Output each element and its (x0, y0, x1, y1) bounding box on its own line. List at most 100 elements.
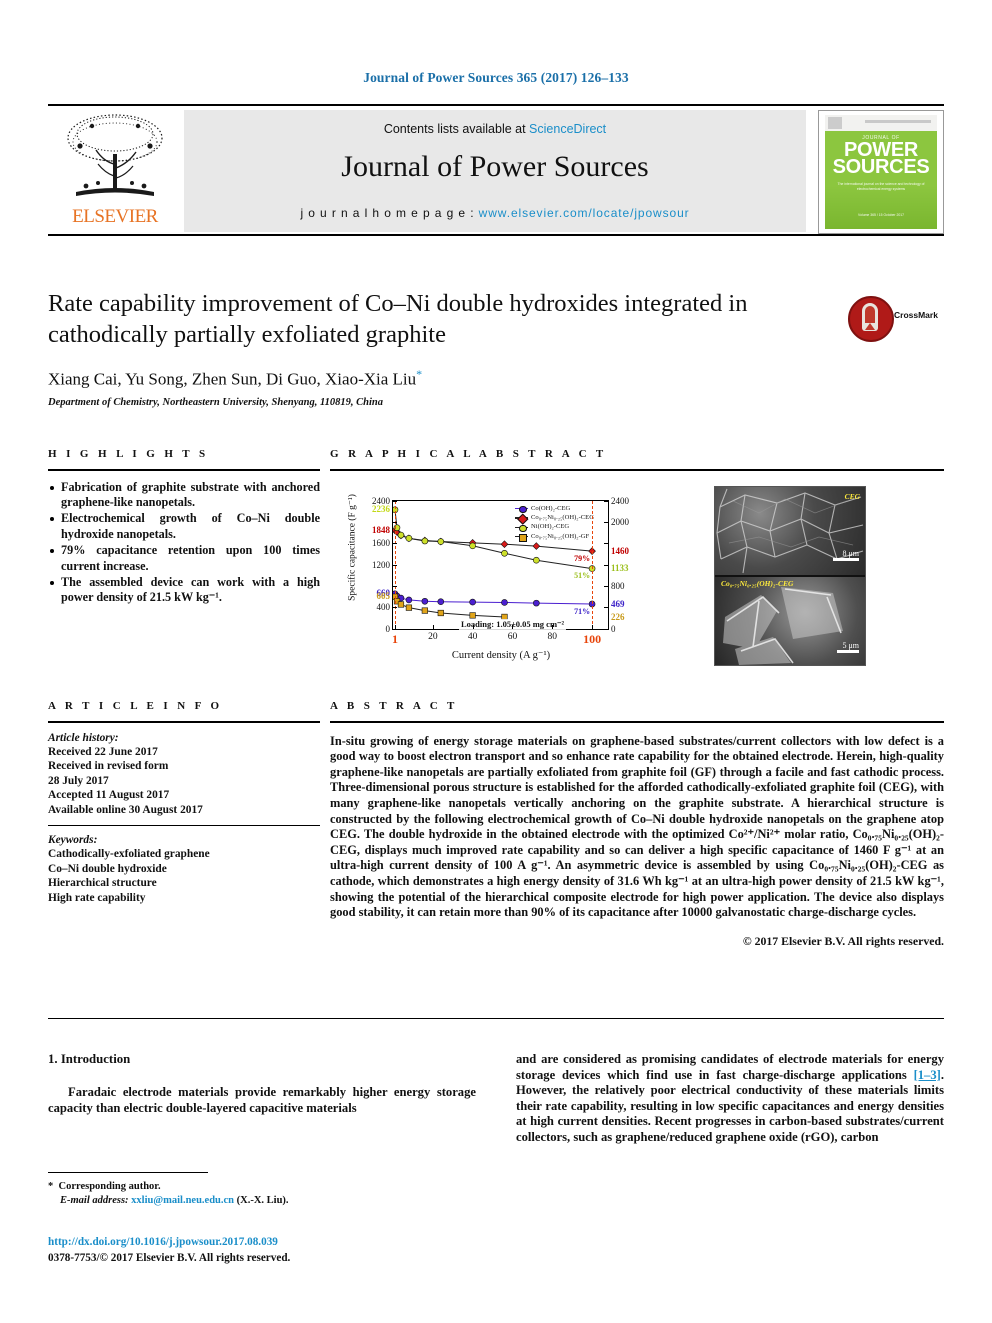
sem-label-top: CEG (844, 491, 860, 501)
chart-y-tickmark (393, 500, 397, 502)
graphical-abstract-heading: G R A P H I C A L A B S T R A C T (330, 448, 607, 460)
corresponding-author-text: Corresponding author. (58, 1181, 161, 1192)
intro-paragraph-right: and are considered as promising candidat… (516, 1052, 944, 1146)
chart-x-tick-label: 80 (547, 631, 558, 642)
cover-title-line2: SOURCES (832, 156, 930, 178)
chart-highlight-line (592, 500, 594, 629)
email-suffix: (X.-X. Liu). (236, 1194, 289, 1206)
article-history-item: Received in revised form (48, 760, 169, 773)
graphical-abstract-figure: Specific capacitance (F g⁻¹) Loading: 1.… (330, 482, 944, 667)
list-item: The assembled device can work with a hig… (48, 575, 320, 606)
section-heading: 1. Introduction (48, 1052, 476, 1067)
sem-texture-top (716, 488, 864, 573)
sem-scale-text-top: 8 μm (842, 548, 859, 558)
chart-y-tick-label: 1600 (372, 538, 390, 549)
highlight-text: The assembled device can work with a hig… (61, 575, 320, 605)
email-label: E-mail address: (60, 1194, 129, 1206)
chart-y-tick-label-right: 2000 (611, 516, 629, 527)
graphical-abstract-section: G R A P H I C A L A B S T R A C T Specif… (330, 448, 944, 667)
highlight-text: Fabrication of graphite substrate with a… (61, 479, 320, 509)
sciencedirect-link[interactable]: ScienceDirect (529, 122, 606, 136)
body-column-right: and are considered as promising candidat… (516, 1052, 944, 1146)
article-info-rule (48, 721, 320, 723)
chart-x-tick-label: 40 (467, 631, 478, 642)
chart-x-tick-label: 1 (391, 631, 398, 646)
legend-label: Co₀.₇₅Ni₀.₂₅(OH)₂-GF (531, 532, 590, 540)
legend-label: Co₀.₇₅Ni₀.₂₅(OH)₂-CEG (531, 513, 594, 521)
chart-value-label-right: 469 (611, 598, 625, 609)
email-note: E-mail address: xxliu@mail.neu.edu.cn (X… (48, 1194, 488, 1208)
sem-scalebar-top (833, 558, 859, 561)
chart-y-tickmark-right (604, 543, 608, 545)
graphical-abstract-rule (330, 469, 944, 471)
journal-homepage-link[interactable]: www.elsevier.com/locate/jpowsour (479, 206, 690, 220)
affiliation: Department of Chemistry, Northeastern Un… (48, 396, 383, 408)
journal-cover-image: JOURNAL OF POWER SOURCES The internation… (818, 110, 944, 234)
legend-line-swatch (515, 513, 529, 525)
chart-y-tickmark (393, 628, 397, 630)
corresponding-author-marker: * (416, 367, 423, 381)
chart-value-label-left: 2236 (372, 504, 390, 515)
chart-y-tickmark-right (604, 585, 608, 587)
article-history-label: Article history: (48, 731, 119, 744)
contents-prefix: Contents lists available at (383, 122, 530, 136)
crossmark-label: CrossMark (894, 310, 938, 320)
cover-subtitle: The international journal on the science… (837, 182, 925, 191)
abstract-rule (330, 721, 944, 723)
section-title: Introduction (60, 1052, 131, 1066)
article-info-heading: A R T I C L E I N F O (48, 700, 223, 712)
chart-retention-label: 71% (574, 606, 591, 616)
keyword-item: Cathodically-exfoliated graphene (48, 848, 210, 861)
list-item: Electrochemical growth of Co–Ni double h… (48, 511, 320, 542)
article-info-section: A R T I C L E I N F O Article history: R… (48, 700, 320, 905)
chart-x-tickmark (512, 624, 514, 629)
highlight-text: Electrochemical growth of Co–Ni double h… (61, 511, 320, 541)
chart-y-tickmark (393, 521, 397, 523)
chart-y-tickmark-right (604, 500, 608, 502)
author-list: Xiang Cai, Yu Song, Zhen Sun, Di Guo, Xi… (48, 367, 944, 390)
title-block: Rate capability improvement of Co–Ni dou… (48, 288, 944, 408)
legend-label: Ni(OH)₂-CEG (531, 523, 570, 531)
chart-x-tickmark (394, 624, 396, 629)
chart-value-label-left: 1848 (372, 525, 390, 536)
masthead-center-panel: Contents lists available at ScienceDirec… (184, 110, 806, 232)
chart-legend: Co(OH)₂-CEG Co₀.₇₅Ni₀.₂₅(OH)₂-CEG Ni(OH)₂-… (515, 505, 594, 543)
article-page: Journal of Power Sources 365 (2017) 126–… (0, 0, 992, 1323)
doi-link[interactable]: http://dx.doi.org/10.1016/j.jpowsour.201… (48, 1236, 278, 1248)
abstract-section: A B S T R A C T In-situ growing of energ… (330, 700, 944, 949)
author-names: Xiang Cai, Yu Song, Zhen Sun, Di Guo, Xi… (48, 369, 417, 389)
chart-x-tickmark (472, 624, 474, 629)
list-item: Fabrication of graphite substrate with a… (48, 480, 320, 511)
article-history-item: Available online 30 August 2017 (48, 803, 203, 816)
crossmark-badge[interactable]: CrossMark (848, 296, 964, 342)
sem-scale-text-bottom: 5 μm (842, 640, 859, 650)
reference-link-1-3[interactable]: [1–3] (914, 1068, 941, 1082)
chart-y-tick-label-right: 0 (611, 623, 616, 634)
footnote-rule (48, 1172, 208, 1173)
elsevier-wordmark: ELSEVIER (72, 206, 158, 227)
chart-y-tickmark-right (604, 607, 608, 609)
chart-y-tickmark (393, 585, 397, 587)
abstract-copyright: © 2017 Elsevier B.V. All rights reserved… (742, 933, 944, 948)
legend-line-swatch (515, 505, 528, 514)
chart-y-tickmark (393, 607, 397, 609)
email-link[interactable]: xxliu@mail.neu.edu.cn (131, 1195, 234, 1206)
chart-y-tickmark-right (604, 628, 608, 630)
corresponding-author-note: * Corresponding author. (48, 1181, 161, 1192)
cover-title: POWER SOURCES (825, 140, 937, 178)
list-item: 79% capacitance retention upon 100 times… (48, 543, 320, 574)
legend-marker (519, 524, 527, 533)
article-history-item: 28 July 2017 (48, 774, 109, 787)
running-head: Journal of Power Sources 365 (2017) 126–… (363, 70, 629, 85)
highlights-section: H I G H L I G H T S Fabrication of graph… (48, 448, 320, 607)
legend-line-swatch (515, 524, 528, 533)
journal-homepage-line: j o u r n a l h o m e p a g e : www.else… (184, 206, 806, 220)
cover-volume: Volume 365 / 15 October 2017 (858, 213, 904, 217)
chart-y-tickmark-right (604, 564, 608, 566)
legend-entry: Co₀.₇₅Ni₀.₂₅(OH)₂-CEG (515, 513, 594, 525)
body-column-left: 1. Introduction Faradaic electrode mater… (48, 1052, 476, 1116)
homepage-prefix: j o u r n a l h o m e p a g e : (300, 206, 479, 220)
chart-x-axis-label: Current density (A g⁻¹) (451, 649, 551, 661)
issn-copyright: 0378-7753/© 2017 Elsevier B.V. All right… (48, 1252, 291, 1264)
sem-image-cdh-ceg: Co₀.₇₅Ni₀.₂₅(OH)₂-CEG 5 μm (715, 576, 865, 665)
